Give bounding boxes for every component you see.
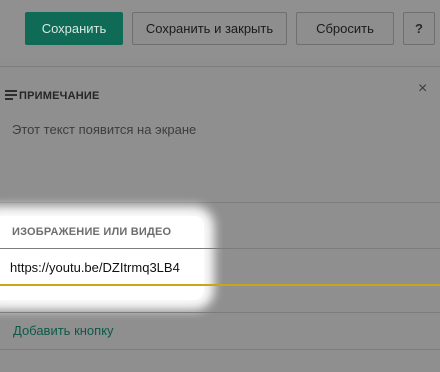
lines-icon: [5, 90, 17, 101]
note-textarea[interactable]: Этот текст появится на экране: [12, 122, 196, 137]
save-button[interactable]: Сохранить: [25, 12, 123, 45]
divider: [0, 66, 440, 67]
add-button-link[interactable]: Добавить кнопку: [13, 323, 114, 338]
reset-button[interactable]: Сбросить: [296, 12, 394, 45]
note-section-header: ПРИМЕЧАНИЕ: [0, 82, 440, 110]
media-url-input[interactable]: https://youtu.be/DZItrmq3LB4: [10, 260, 180, 275]
save-and-close-button[interactable]: Сохранить и закрыть: [132, 12, 287, 45]
divider: [0, 349, 440, 350]
help-button[interactable]: ?: [403, 12, 435, 45]
media-label: ИЗОБРАЖЕНИЕ ИЛИ ВИДЕО: [12, 226, 172, 238]
divider: [0, 248, 440, 249]
note-title: ПРИМЕЧАНИЕ: [19, 90, 100, 102]
divider: [0, 202, 440, 203]
input-focus-underline: [0, 284, 440, 286]
toolbar: Сохранить Сохранить и закрыть Сбросить ?: [0, 0, 440, 58]
close-icon[interactable]: ×: [418, 80, 427, 98]
divider: [0, 312, 440, 313]
editor-screen: Сохранить Сохранить и закрыть Сбросить ?…: [0, 0, 440, 372]
